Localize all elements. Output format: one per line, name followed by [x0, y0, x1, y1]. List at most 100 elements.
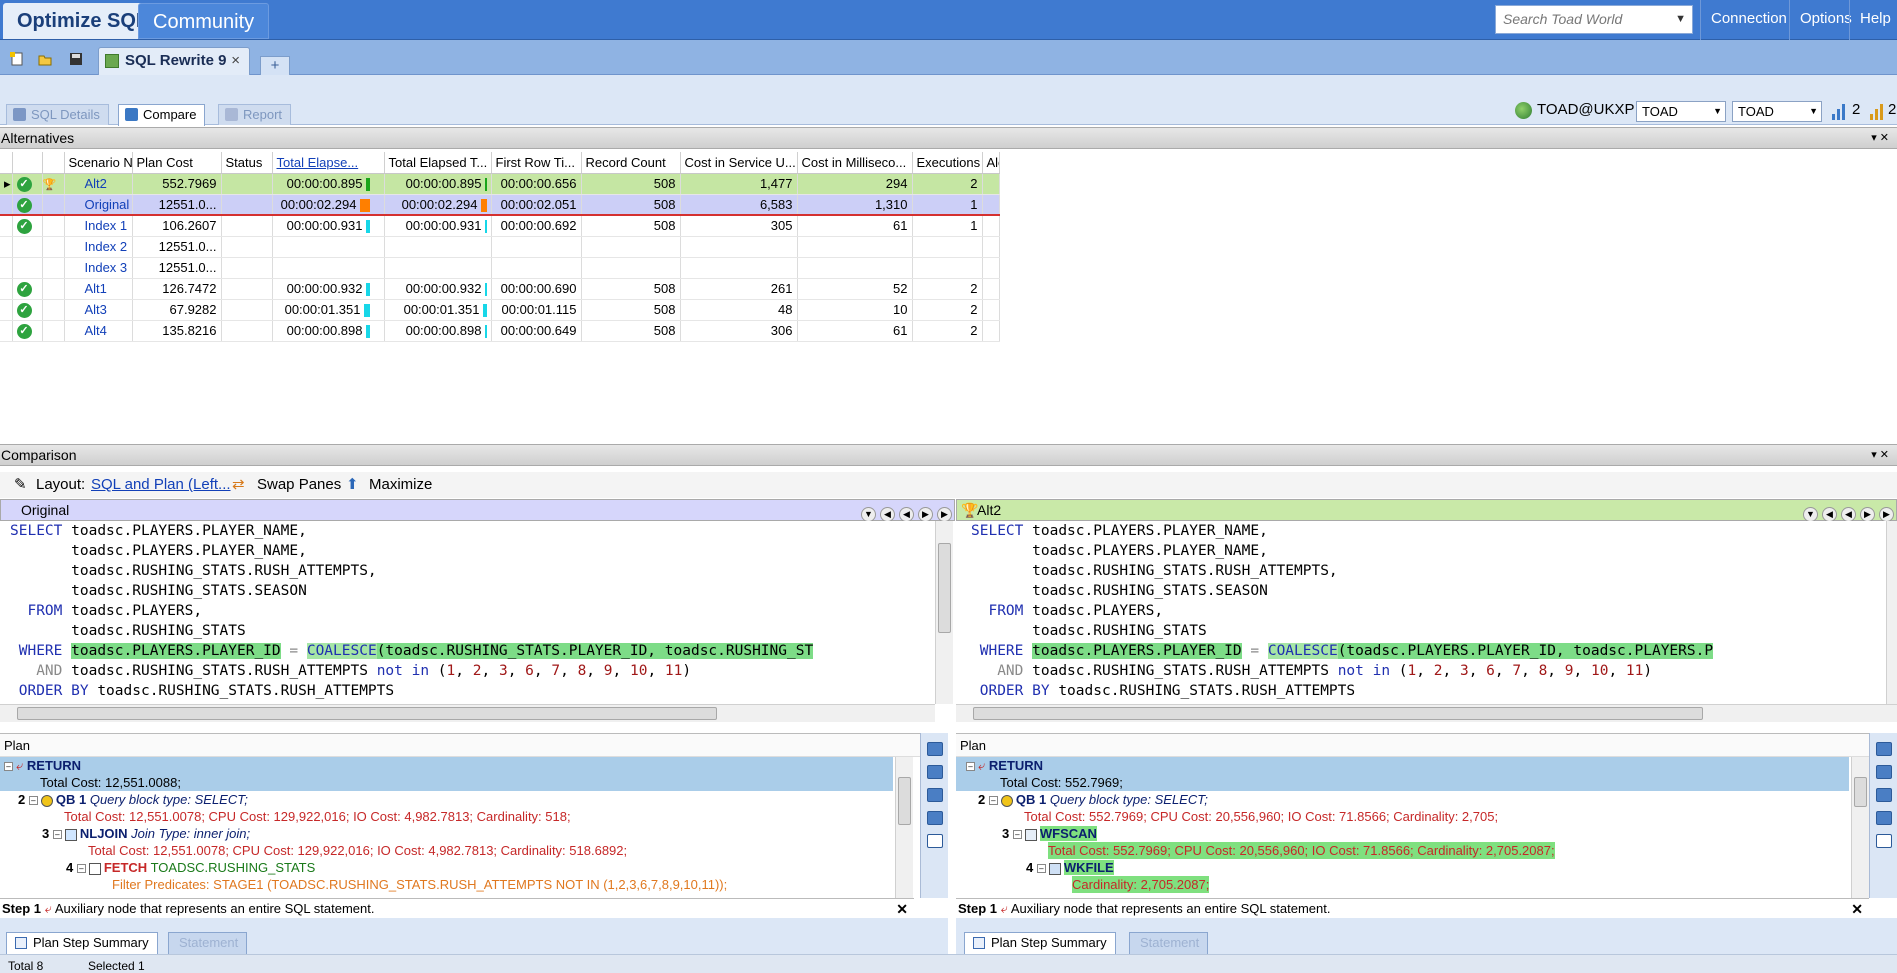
tab-plan-step-summary[interactable]: Plan Step Summary [964, 932, 1116, 954]
collapse-icon[interactable]: – [4, 762, 13, 772]
collapse-icon[interactable]: – [1036, 864, 1046, 874]
help-link[interactable]: Help [1849, 0, 1897, 40]
grid-icon[interactable] [926, 834, 943, 848]
bars-icon[interactable] [1870, 102, 1884, 120]
bars-icon[interactable] [1832, 102, 1846, 120]
scenario-name[interactable]: Alt3 [64, 299, 133, 321]
next-icon[interactable]: ▶ [1860, 507, 1875, 522]
tab-sql-rewrite[interactable]: SQL Rewrite 9 × [98, 47, 250, 75]
collapse-icon[interactable]: – [28, 796, 38, 806]
column-header[interactable]: Record Count [581, 152, 681, 174]
tab-community[interactable]: Community [138, 3, 270, 39]
scenario-name[interactable]: Alt2 [64, 173, 133, 195]
grid-icon[interactable] [1875, 834, 1892, 848]
column-header[interactable]: Cost in Service U... [680, 152, 798, 174]
tab-statement[interactable]: Statement [1129, 932, 1209, 954]
column-header[interactable]: Alert [982, 152, 1000, 174]
schema-select[interactable]: TOAD ▼ [1636, 101, 1726, 122]
plan-tool-icon[interactable] [1875, 742, 1892, 756]
column-header[interactable]: First Row Ti... [491, 152, 582, 174]
table-row[interactable]: Index 2 12551.0... [0, 236, 1000, 258]
tab-report[interactable]: Report [218, 104, 292, 125]
table-row[interactable]: ✓ Alt4 135.8216 00:00:00.898 00:00:00.898 00:… [0, 320, 1000, 342]
collapse-icon[interactable]: ▾ ✕ [1871, 128, 1889, 148]
collapse-icon[interactable]: – [1012, 830, 1022, 840]
scroll-thumb[interactable] [17, 707, 717, 720]
scenario-name[interactable]: Index 1 [64, 215, 133, 237]
vertical-scrollbar[interactable] [895, 757, 913, 898]
sql-editor-right[interactable]: SELECT toadsc.PLAYERS.PLAYER_NAME, toads… [956, 521, 1886, 701]
chevron-down-icon[interactable]: ▼ [1803, 507, 1818, 522]
open-folder-icon[interactable] [38, 52, 52, 66]
scroll-thumb[interactable] [1854, 777, 1867, 807]
add-tab-button[interactable]: + [260, 56, 290, 75]
plan-tree-right[interactable]: – ⤶ RETURN Total Cost: 552.7969; 2 – QB 1 … [956, 757, 1851, 898]
scenario-name[interactable]: Alt1 [64, 278, 133, 300]
prev-icon[interactable]: ◀ [1841, 507, 1856, 522]
column-header[interactable]: Scenario Na... [64, 152, 133, 174]
horizontal-scrollbar[interactable] [956, 704, 1897, 722]
tab-plan-step-summary[interactable]: Plan Step Summary [6, 932, 158, 954]
tab-sql-details[interactable]: SQL Details [6, 104, 109, 125]
close-icon[interactable]: × [231, 48, 240, 74]
column-header[interactable]: Cost in Milliseco... [797, 152, 913, 174]
table-row[interactable]: ✓ Alt3 67.9282 00:00:01.351 00:00:01.351 00:0… [0, 299, 1000, 321]
table-row[interactable]: Index 3 12551.0... [0, 257, 1000, 279]
search-input[interactable]: Search Toad World ▼ [1495, 5, 1693, 34]
maximize-button[interactable]: Maximize [369, 472, 432, 498]
table-row[interactable]: ✓ Alt1 126.7472 00:00:00.932 00:00:00.932 00:… [0, 278, 1000, 300]
column-header[interactable]: Total Elapse... [272, 152, 385, 174]
prev-icon[interactable]: ◀ [899, 507, 914, 522]
next-icon[interactable]: ▶ [918, 507, 933, 522]
collapse-icon[interactable]: ▾ ✕ [1871, 445, 1889, 465]
scroll-thumb[interactable] [973, 707, 1703, 720]
close-icon[interactable]: ✕ [1851, 899, 1863, 919]
plan-tree-left[interactable]: – ⤶ RETURN Total Cost: 12,551.0088; 2 – QB… [0, 757, 895, 898]
plan-tool-icon[interactable] [926, 788, 943, 802]
scenario-name[interactable]: Alt4 [64, 320, 133, 342]
table-row[interactable]: ✓ Index 1 106.2607 00:00:00.931 00:00:00.931… [0, 215, 1000, 237]
sql-editor-left[interactable]: SELECT toadsc.PLAYERS.PLAYER_NAME, toads… [0, 521, 935, 701]
chevron-down-icon[interactable]: ▼ [861, 507, 876, 522]
last-icon[interactable]: ▶ [937, 507, 952, 522]
first-icon[interactable]: ◀ [1822, 507, 1837, 522]
plan-tool-icon[interactable] [1875, 788, 1892, 802]
row-indicator[interactable] [0, 320, 13, 342]
row-indicator[interactable] [0, 257, 13, 279]
column-header[interactable]: Total Elapsed T... [384, 152, 492, 174]
layout-dropdown[interactable]: SQL and Plan (Left... [91, 472, 231, 498]
row-indicator[interactable] [0, 215, 13, 237]
row-indicator[interactable] [0, 278, 13, 300]
column-header[interactable]: Status [221, 152, 273, 174]
column-header[interactable]: Plan Cost [132, 152, 222, 174]
row-indicator[interactable] [0, 236, 13, 258]
row-indicator[interactable] [0, 299, 13, 321]
tab-compare[interactable]: Compare [118, 104, 206, 126]
horizontal-scrollbar[interactable] [0, 704, 935, 722]
plan-tool-icon[interactable] [1875, 765, 1892, 779]
tab-statement[interactable]: Statement [168, 932, 248, 954]
vertical-scrollbar[interactable] [1886, 521, 1897, 704]
save-icon[interactable] [69, 52, 83, 66]
collapse-icon[interactable]: – [52, 830, 62, 840]
scenario-name[interactable]: Original [64, 194, 133, 216]
table-row[interactable]: ✓ Original 12551.0... 00:00:02.294 00:00:02.… [0, 194, 1000, 216]
column-header[interactable]: Executions [912, 152, 983, 174]
plan-tool-icon[interactable] [926, 742, 943, 756]
close-icon[interactable]: ✕ [896, 899, 908, 919]
vertical-scrollbar[interactable] [935, 521, 953, 704]
plan-tool-icon[interactable] [1875, 811, 1892, 825]
swap-panes-button[interactable]: Swap Panes [257, 472, 341, 498]
connection-link[interactable]: Connection [1700, 0, 1797, 40]
plan-tool-icon[interactable] [926, 811, 943, 825]
vertical-scrollbar[interactable] [1851, 757, 1869, 898]
collapse-icon[interactable]: – [966, 762, 975, 772]
table-row[interactable]: ▸ ✓ 🏆 Alt2 552.7969 00:00:00.895 00:00:00.895 0… [0, 173, 1000, 195]
scenario-name[interactable]: Index 2 [64, 236, 133, 258]
collapse-icon[interactable]: – [76, 864, 86, 874]
scroll-thumb[interactable] [938, 543, 951, 633]
new-icon[interactable] [10, 52, 24, 66]
row-indicator[interactable]: ▸ [0, 173, 13, 195]
row-indicator[interactable] [0, 194, 13, 216]
collapse-icon[interactable]: – [988, 796, 998, 806]
